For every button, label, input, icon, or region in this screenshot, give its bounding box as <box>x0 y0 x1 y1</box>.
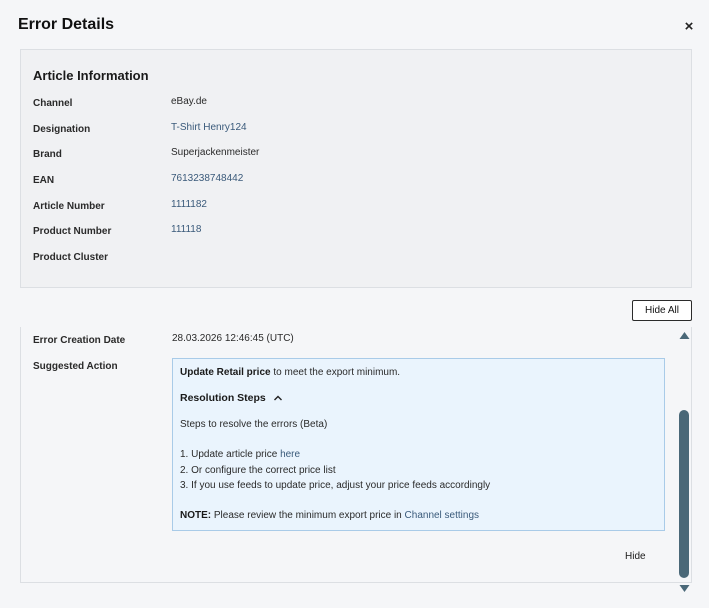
info-label: Article Number <box>33 201 105 212</box>
info-row-channel: Channel eBay.de <box>21 96 691 116</box>
info-label: Product Cluster <box>33 252 109 263</box>
suggested-action-label: Suggested Action <box>33 361 118 372</box>
steps-intro: Steps to resolve the errors (Beta) <box>180 419 328 430</box>
info-label: Channel <box>33 98 73 109</box>
article-information-card: Article Information Channel eBay.de Desi… <box>20 49 692 288</box>
info-label: Product Number <box>33 226 112 237</box>
scroll-up-icon[interactable] <box>679 331 690 340</box>
step-1: 1. Update article price here <box>180 449 300 460</box>
step-3: 3. If you use feeds to update price, adj… <box>180 480 491 491</box>
close-icon: × <box>684 17 694 35</box>
info-value-channel: eBay.de <box>171 96 207 107</box>
channel-settings-link[interactable]: Channel settings <box>405 510 480 521</box>
hide-button[interactable]: Hide <box>625 551 646 562</box>
step-2: 2. Or configure the correct price list <box>180 465 336 476</box>
action-headline-bold: Update Retail price <box>180 367 271 378</box>
close-button[interactable]: × <box>680 16 698 36</box>
resolution-steps-title: Resolution Steps <box>180 392 266 404</box>
suggested-action-box: Update Retail price to meet the export m… <box>172 358 665 531</box>
article-number-link[interactable]: 1111182 <box>171 199 207 210</box>
note-text: Please review the minimum export price i… <box>211 510 405 521</box>
info-row-ean: EAN 7613238748442 <box>21 173 691 193</box>
step-1-text: 1. Update article price <box>180 449 281 460</box>
info-value-brand: Superjackenmeister <box>171 147 260 158</box>
action-headline: Update Retail price to meet the export m… <box>180 367 400 378</box>
ean-link[interactable]: 7613238748442 <box>171 173 243 184</box>
update-price-link[interactable]: here <box>280 449 300 460</box>
error-creation-date-label: Error Creation Date <box>33 335 126 346</box>
info-row-product-number: Product Number 111118 <box>21 224 691 244</box>
error-creation-date-value: 28.03.2026 12:46:45 (UTC) <box>172 333 294 344</box>
hide-all-button[interactable]: Hide All <box>632 300 692 321</box>
designation-link[interactable]: T-Shirt Henry124 <box>171 122 247 133</box>
error-details-panel: Error Creation Date 28.03.2026 12:46:45 … <box>20 327 692 583</box>
modal-title: Error Details <box>18 16 115 33</box>
note: NOTE: Please review the minimum export p… <box>180 510 479 521</box>
info-row-article-number: Article Number 1111182 <box>21 199 691 219</box>
article-information-title: Article Information <box>33 68 149 83</box>
scrollbar-track[interactable] <box>679 344 690 580</box>
product-number-link[interactable]: 111118 <box>171 224 201 235</box>
chevron-up-icon <box>273 395 282 401</box>
info-row-designation: Designation T-Shirt Henry124 <box>21 122 691 142</box>
info-label: Brand <box>33 149 62 160</box>
action-headline-rest: to meet the export minimum. <box>270 367 401 378</box>
note-bold: NOTE: <box>180 510 212 521</box>
scroll-down-icon[interactable] <box>679 584 690 593</box>
info-row-product-cluster: Product Cluster <box>21 252 691 270</box>
info-row-brand: Brand Superjackenmeister <box>21 147 691 167</box>
info-label: EAN <box>33 175 55 186</box>
scrollbar-thumb[interactable] <box>679 410 689 578</box>
resolution-steps-toggle[interactable]: Resolution Steps <box>180 392 283 404</box>
info-label: Designation <box>33 124 91 135</box>
